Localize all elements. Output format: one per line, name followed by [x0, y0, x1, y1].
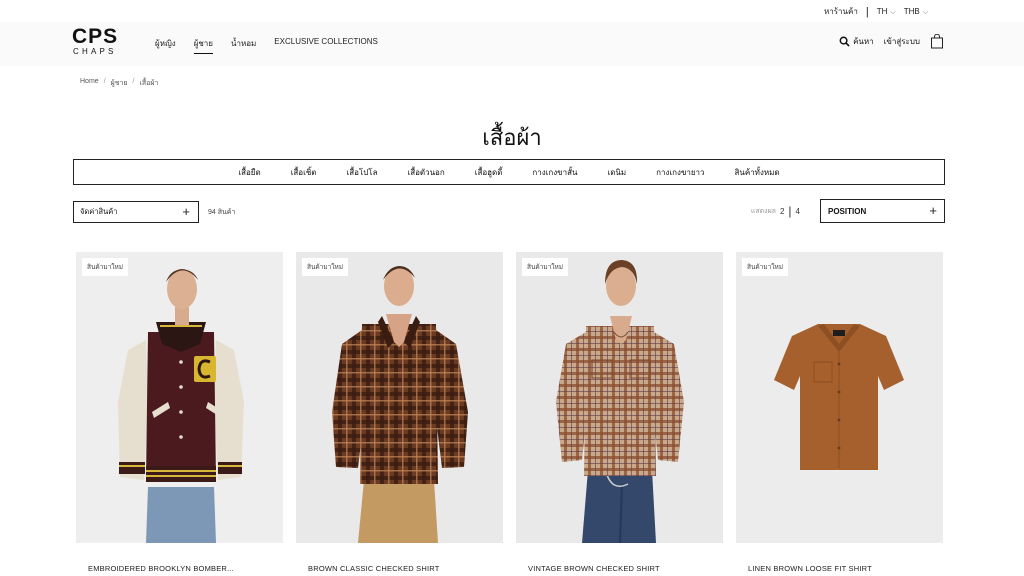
new-arrival-badge: สินค้ามาใหม่	[742, 258, 789, 276]
view-option-2[interactable]: 2	[780, 207, 784, 216]
chevron-down-icon: ⌵	[890, 8, 896, 16]
product-card[interactable]: สินค้ามาใหม่ BROWN CLASSIC CHECKED SHIRT	[296, 252, 503, 576]
utility-links: หาร้านค้า | TH ⌵ THB ⌵	[824, 5, 928, 18]
vintage-checked-shirt-photo	[516, 252, 723, 543]
product-image[interactable]: สินค้ามาใหม่	[76, 252, 283, 543]
logo-text-bottom: CHAPS	[73, 47, 117, 56]
new-arrival-badge: สินค้ามาใหม่	[82, 258, 129, 276]
category-all[interactable]: สินค้าทั้งหมด	[734, 166, 779, 179]
product-name[interactable]: BROWN CLASSIC CHECKED SHIRT	[308, 564, 440, 573]
product-grid: สินค้ามาใหม่ EMBROIDERED BROOKLYN BOMBER…	[76, 252, 944, 576]
product-card[interactable]: สินค้ามาใหม่ VINTAGE BROWN CHECKED SHIRT	[516, 252, 723, 576]
view-label: แสดงผล	[750, 208, 776, 215]
breadcrumb-home[interactable]: Home	[80, 78, 99, 89]
chevron-down-icon: ⌵	[922, 8, 928, 16]
page-title: เสื้อผ้า	[482, 125, 542, 150]
search-label: ค้นหา	[853, 37, 874, 46]
category-tshirts[interactable]: เสื้อยืด	[238, 166, 260, 179]
product-card[interactable]: สินค้ามาใหม่ LINEN BROWN LOOSE FIT SHIRT	[736, 252, 943, 576]
checked-shirt-photo	[296, 252, 503, 543]
category-polo[interactable]: เสื้อโปโล	[346, 166, 377, 179]
nav-item-women[interactable]: ผู้หญิง	[155, 37, 176, 54]
language-value: TH	[876, 6, 888, 16]
divider: |	[788, 204, 792, 218]
header-actions: ค้นหา เข้าสู่ระบบ	[839, 34, 944, 49]
language-selector[interactable]: TH ⌵	[877, 7, 896, 17]
sort-filter-label: จัดค่าสินค้า	[80, 207, 118, 216]
currency-selector[interactable]: THB ⌵	[904, 7, 928, 17]
category-trousers[interactable]: กางเกงขายาว	[656, 166, 704, 179]
shopping-bag-icon[interactable]	[930, 34, 944, 49]
view-option-4[interactable]: 4	[796, 207, 800, 216]
product-image[interactable]: สินค้ามาใหม่	[736, 252, 943, 543]
category-outerwear[interactable]: เสื้อตัวนอก	[407, 166, 444, 179]
category-bar: เสื้อยืด เสื้อเชิ้ต เสื้อโปโล เสื้อตัวนอ…	[73, 159, 945, 185]
product-name[interactable]: LINEN BROWN LOOSE FIT SHIRT	[748, 564, 872, 573]
sort-filter-dropdown[interactable]: จัดค่าสินค้า +	[73, 201, 199, 223]
new-arrival-badge: สินค้ามาใหม่	[302, 258, 349, 276]
site-header: CPS CHAPS ผู้หญิง ผู้ชาย น้ำหอม EXCLUSIV…	[0, 22, 1024, 66]
breadcrumb-separator: /	[103, 78, 106, 85]
category-shorts[interactable]: กางเกงขาสั้น	[532, 166, 577, 179]
new-arrival-badge: สินค้ามาใหม่	[522, 258, 569, 276]
main-nav: ผู้หญิง ผู้ชาย น้ำหอม EXCLUSIVE COLLECTI…	[155, 37, 378, 54]
store-locator-link[interactable]: หาร้านค้า	[824, 5, 858, 18]
category-hoodies[interactable]: เสื้อฮูดดี้	[475, 166, 503, 179]
product-name[interactable]: VINTAGE BROWN CHECKED SHIRT	[528, 564, 660, 573]
divider: |	[865, 5, 869, 18]
product-image[interactable]: สินค้ามาใหม่	[516, 252, 723, 543]
logo-text-top: CPS	[72, 25, 119, 48]
view-toggle: แสดงผล 2 | 4	[750, 204, 800, 218]
plus-icon: +	[929, 203, 937, 218]
nav-item-exclusive-collections[interactable]: EXCLUSIVE COLLECTIONS	[274, 37, 378, 54]
login-link[interactable]: เข้าสู่ระบบ	[884, 35, 920, 48]
product-name[interactable]: EMBROIDERED BROOKLYN BOMBER...	[88, 564, 234, 573]
bomber-jacket-photo	[76, 252, 283, 543]
breadcrumb: Home / ผู้ชาย / เสื้อผ้า	[80, 78, 158, 89]
breadcrumb-separator: /	[132, 78, 135, 85]
brand-logo[interactable]: CPS CHAPS	[72, 25, 132, 59]
breadcrumb-men[interactable]: ผู้ชาย	[111, 78, 128, 89]
position-sort-dropdown[interactable]: POSITION +	[820, 199, 945, 223]
plus-icon: +	[182, 204, 190, 219]
linen-shirt-photo	[736, 252, 943, 543]
search-icon	[839, 36, 850, 47]
nav-item-men[interactable]: ผู้ชาย	[193, 37, 213, 54]
position-sort-label: POSITION	[828, 206, 867, 216]
breadcrumb-current: เสื้อผ้า	[139, 80, 159, 87]
product-image[interactable]: สินค้ามาใหม่	[296, 252, 503, 543]
product-count: 94 สินค้า	[208, 209, 236, 216]
currency-value: THB	[903, 6, 920, 16]
product-card[interactable]: สินค้ามาใหม่ EMBROIDERED BROOKLYN BOMBER…	[76, 252, 283, 576]
utility-bar: หาร้านค้า | TH ⌵ THB ⌵	[0, 0, 1024, 22]
nav-item-fragrance[interactable]: น้ำหอม	[231, 37, 256, 54]
category-denim[interactable]: เดนิม	[607, 166, 626, 179]
search-button[interactable]: ค้นหา	[839, 35, 874, 48]
category-shirts[interactable]: เสื้อเชิ้ต	[291, 166, 317, 179]
